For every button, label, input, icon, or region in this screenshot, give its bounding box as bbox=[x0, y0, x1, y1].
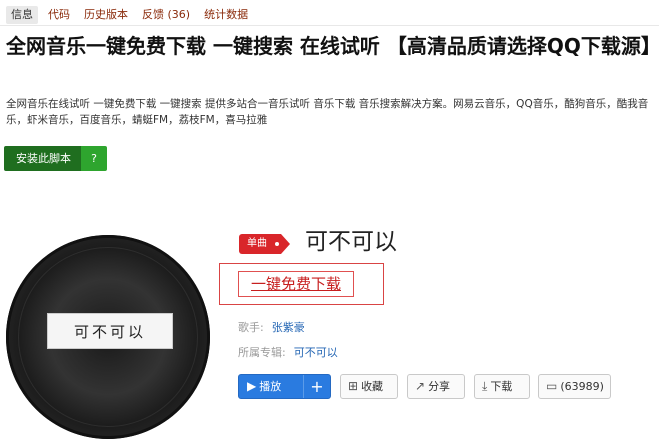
install-help-badge[interactable]: ? bbox=[81, 146, 107, 171]
album-cover-disc: 可不可以 bbox=[6, 235, 210, 439]
tab-history[interactable]: 历史版本 bbox=[80, 6, 132, 24]
song-title: 可不可以 bbox=[305, 229, 397, 255]
singer-link[interactable]: 张紫豪 bbox=[272, 321, 305, 334]
favorite-label: 收藏 bbox=[361, 380, 384, 393]
single-badge-label: 单曲 bbox=[247, 238, 267, 249]
favorite-icon: ⊞ bbox=[348, 379, 359, 393]
single-badge: 单曲 bbox=[239, 234, 290, 254]
play-icon: ▶ bbox=[247, 379, 257, 393]
comments-count: (63989) bbox=[560, 380, 604, 393]
disc-label: 可不可以 bbox=[47, 313, 173, 349]
download-label: 下载 bbox=[490, 380, 513, 393]
download-icon: ⤓ bbox=[482, 379, 488, 393]
tab-stats[interactable]: 统计数据 bbox=[200, 6, 252, 24]
album-row: 所属专辑: 可不可以 bbox=[238, 345, 338, 361]
share-icon: ↗ bbox=[415, 379, 426, 393]
play-button[interactable]: ▶ 播放 bbox=[239, 375, 291, 398]
album-link[interactable]: 可不可以 bbox=[294, 346, 338, 359]
share-label: 分享 bbox=[428, 380, 451, 393]
install-label[interactable]: 安装此脚本 bbox=[4, 146, 81, 171]
free-download-link[interactable]: 一键免费下载 bbox=[238, 271, 354, 297]
download-button[interactable]: ⤓ 下载 bbox=[474, 374, 530, 399]
share-button[interactable]: ↗ 分享 bbox=[407, 374, 465, 399]
install-script-button[interactable]: 安装此脚本 ? bbox=[4, 146, 107, 171]
favorite-button[interactable]: ⊞ 收藏 bbox=[340, 374, 398, 399]
play-button-group: ▶ 播放 + bbox=[238, 374, 331, 399]
tab-code[interactable]: 代码 bbox=[44, 6, 74, 24]
tab-divider bbox=[0, 25, 659, 26]
singer-label: 歌手: bbox=[238, 321, 264, 334]
script-description: 全网音乐在线试听 一键免费下载 一键搜索 提供多站合一音乐试听 音乐下载 音乐搜… bbox=[6, 98, 649, 126]
script-tabs: 信息 代码 历史版本 反馈 (36) 统计数据 bbox=[6, 5, 258, 25]
comments-button[interactable]: ▭ (63989) bbox=[538, 374, 611, 399]
play-label: 播放 bbox=[259, 380, 282, 393]
singer-row: 歌手: 张紫豪 bbox=[238, 320, 305, 336]
album-label: 所属专辑: bbox=[238, 346, 286, 359]
script-title: 全网音乐一键免费下载 一键搜索 在线试听 【高清品质请选择QQ下载源】 bbox=[6, 34, 659, 58]
tab-feedback[interactable]: 反馈 (36) bbox=[138, 6, 194, 24]
badge-dot-icon bbox=[275, 242, 279, 246]
tab-info[interactable]: 信息 bbox=[6, 6, 38, 24]
comment-icon: ▭ bbox=[546, 379, 558, 393]
add-to-playlist-button[interactable]: + bbox=[303, 375, 330, 398]
